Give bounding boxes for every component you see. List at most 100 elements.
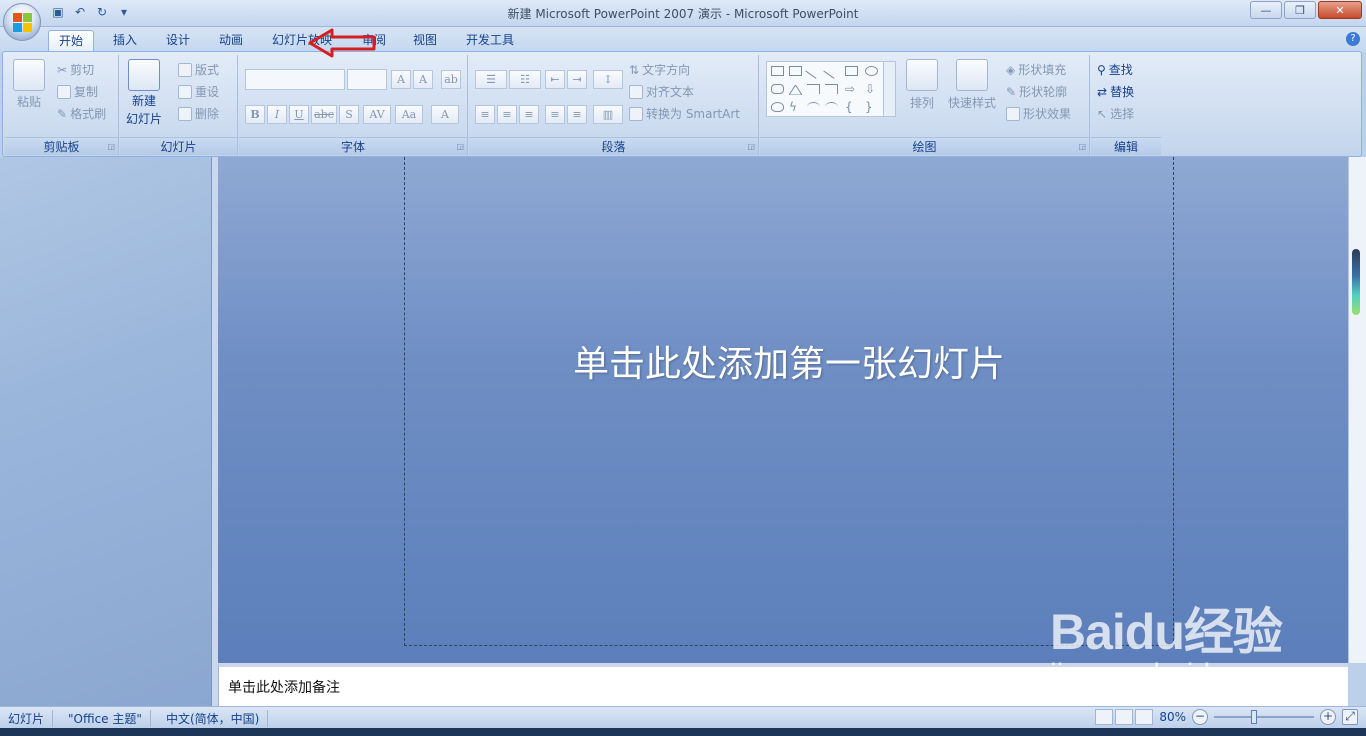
line-spacing-button[interactable]: ↕ xyxy=(593,70,623,89)
slides-pane[interactable] xyxy=(0,157,212,706)
align-left-button[interactable]: ≡ xyxy=(475,105,495,124)
slideshow-view-icon[interactable] xyxy=(1135,709,1154,725)
slide-editing-area[interactable]: 单击此处添加第一张幻灯片 xyxy=(218,157,1348,663)
oval-shape-icon[interactable] xyxy=(865,66,878,76)
add-first-slide-prompt[interactable]: 单击此处添加第一张幻灯片 xyxy=(405,335,1173,387)
zoom-in-button[interactable]: + xyxy=(1320,709,1336,725)
char-spacing-button[interactable]: AV xyxy=(363,105,391,124)
help-icon[interactable]: ? xyxy=(1346,32,1360,46)
undo-icon[interactable]: ↶ xyxy=(72,4,88,20)
columns-button[interactable]: ▥ xyxy=(593,105,623,124)
find-button[interactable]: ⚲ 查找 xyxy=(1097,61,1133,78)
shapes-gallery[interactable]: ⇨ ⇩ ϟ { } xyxy=(766,61,896,117)
clear-format-button[interactable]: ab xyxy=(441,70,461,89)
office-button[interactable] xyxy=(3,3,41,41)
grow-font-button[interactable]: A xyxy=(391,70,411,89)
select-button[interactable]: ↖ 选择 xyxy=(1097,105,1134,122)
slide-sorter-view-icon[interactable] xyxy=(1115,709,1134,725)
save-icon[interactable]: ▣ xyxy=(50,4,66,20)
shadow-button[interactable]: S xyxy=(339,105,359,124)
tab-insert[interactable]: 插入 xyxy=(103,30,147,52)
dialog-launcher-icon[interactable]: ◲ xyxy=(747,142,755,151)
reset-button[interactable]: 重设 xyxy=(178,83,219,100)
curve-shape-icon[interactable] xyxy=(825,102,838,112)
shrink-font-button[interactable]: A xyxy=(413,70,433,89)
rectangle-shape-icon[interactable] xyxy=(845,66,858,76)
copy-button[interactable]: 复制 xyxy=(57,83,98,100)
arrange-button[interactable]: 排列 xyxy=(906,59,938,111)
decrease-indent-button[interactable]: ⇤ xyxy=(545,70,565,89)
tab-view[interactable]: 视图 xyxy=(403,30,447,52)
vertical-scrollbar[interactable] xyxy=(1348,157,1366,663)
arrow-line-shape-icon[interactable] xyxy=(823,63,840,79)
right-arrow-shape-icon[interactable]: ⇨ xyxy=(845,83,858,95)
bullets-button[interactable]: ☰ xyxy=(475,70,507,89)
status-language[interactable]: 中文(简体，中国) xyxy=(166,710,269,727)
zoom-slider-knob[interactable] xyxy=(1251,710,1257,724)
convert-smartart-button[interactable]: 转换为 SmartArt xyxy=(629,105,740,122)
triangle-shape-icon[interactable] xyxy=(788,84,803,96)
align-text-button[interactable]: 对齐文本 xyxy=(629,83,694,100)
bold-button[interactable]: B xyxy=(245,105,265,124)
new-slide-button[interactable]: 新建 幻灯片 xyxy=(126,59,162,127)
dialog-launcher-icon[interactable]: ◲ xyxy=(456,142,464,151)
line-shape-icon[interactable] xyxy=(805,63,822,79)
dialog-launcher-icon[interactable]: ◲ xyxy=(1078,142,1086,151)
delete-slide-button[interactable]: 删除 xyxy=(178,105,219,122)
replace-button[interactable]: ⇄ 替换 xyxy=(1097,83,1134,100)
fit-to-window-icon[interactable]: ⤢ xyxy=(1342,709,1358,725)
zoom-slider[interactable] xyxy=(1214,710,1314,724)
rounded-rect-shape-icon[interactable] xyxy=(771,84,784,94)
paste-button[interactable]: 粘贴 xyxy=(13,59,45,110)
scroll-thumb[interactable] xyxy=(1352,249,1360,315)
arc-shape-icon[interactable] xyxy=(807,102,820,112)
distribute-button[interactable]: ≡ xyxy=(567,105,587,124)
font-color-button[interactable]: A xyxy=(431,105,459,124)
numbering-button[interactable]: ☷ xyxy=(509,70,541,89)
font-size-combo[interactable] xyxy=(347,69,387,90)
align-center-button[interactable]: ≡ xyxy=(497,105,517,124)
underline-button[interactable]: U xyxy=(289,105,309,124)
align-right-button[interactable]: ≡ xyxy=(519,105,539,124)
close-button[interactable]: ✕ xyxy=(1318,1,1362,19)
elbow-connector-icon[interactable] xyxy=(807,84,820,94)
strikethrough-button[interactable]: abc xyxy=(311,105,337,124)
elbow-arrow-icon[interactable] xyxy=(825,84,838,94)
vertical-textbox-shape-icon[interactable] xyxy=(789,66,802,76)
text-direction-button[interactable]: ⇅ 文字方向 xyxy=(629,61,690,78)
maximize-button[interactable]: ❐ xyxy=(1284,1,1316,19)
zoom-out-button[interactable]: − xyxy=(1192,709,1208,725)
textbox-shape-icon[interactable] xyxy=(771,66,784,76)
lightning-shape-icon[interactable]: ϟ xyxy=(789,101,802,113)
shape-outline-button[interactable]: ✎ 形状轮廓 xyxy=(1006,83,1067,100)
down-arrow-shape-icon[interactable]: ⇩ xyxy=(865,83,878,95)
quick-styles-button[interactable]: 快速样式 xyxy=(948,59,996,111)
gallery-scroll[interactable] xyxy=(883,62,895,116)
view-buttons xyxy=(1095,709,1154,725)
left-brace-shape-icon[interactable]: { xyxy=(845,101,858,113)
justify-button[interactable]: ≡ xyxy=(545,105,565,124)
minimize-button[interactable]: — xyxy=(1250,1,1282,19)
tab-developer[interactable]: 开发工具 xyxy=(456,30,524,52)
increase-indent-button[interactable]: ⇥ xyxy=(567,70,587,89)
right-brace-shape-icon[interactable]: } xyxy=(865,101,878,113)
italic-button[interactable]: I xyxy=(267,105,287,124)
zoom-level[interactable]: 80% xyxy=(1159,710,1186,724)
format-painter-button[interactable]: ✎ 格式刷 xyxy=(57,105,106,122)
cut-button[interactable]: ✂ 剪切 xyxy=(57,61,94,78)
slide-placeholder-frame[interactable]: 单击此处添加第一张幻灯片 xyxy=(404,157,1174,646)
dialog-launcher-icon[interactable]: ◲ xyxy=(107,142,115,151)
font-name-combo[interactable] xyxy=(245,69,345,90)
shape-effects-button[interactable]: 形状效果 xyxy=(1006,105,1071,122)
customize-qat-icon[interactable]: ▾ xyxy=(116,4,132,20)
tab-home[interactable]: 开始 xyxy=(48,30,95,52)
redo-icon[interactable]: ↻ xyxy=(94,4,110,20)
shape-fill-button[interactable]: ◈ 形状填充 xyxy=(1006,61,1066,78)
layout-button[interactable]: 版式 xyxy=(178,61,219,78)
tab-animations[interactable]: 动画 xyxy=(209,30,253,52)
callout-shape-icon[interactable] xyxy=(771,102,784,112)
normal-view-icon[interactable] xyxy=(1095,709,1114,725)
notes-placeholder[interactable]: 单击此处添加备注 xyxy=(228,677,340,697)
change-case-button[interactable]: Aa xyxy=(395,105,423,124)
tab-design[interactable]: 设计 xyxy=(156,30,200,52)
